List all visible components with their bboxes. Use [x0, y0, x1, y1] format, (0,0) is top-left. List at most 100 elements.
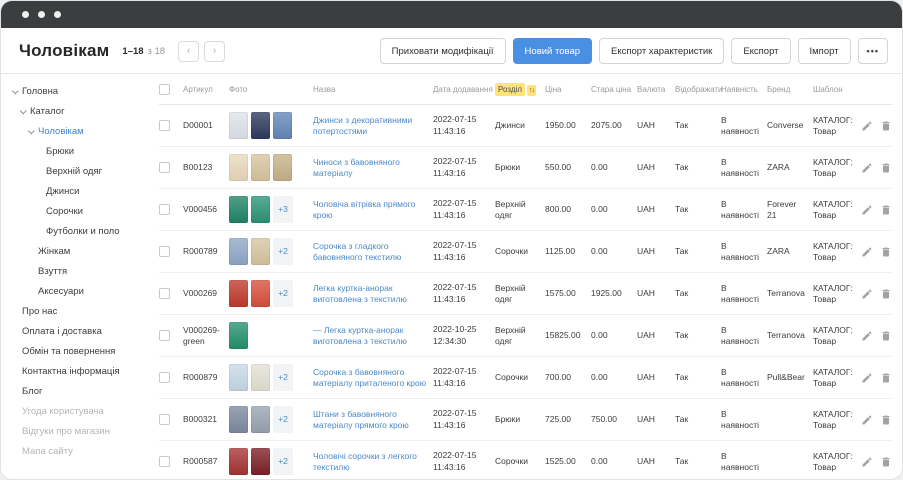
prev-page-button[interactable]: ‹	[178, 41, 199, 62]
sidebar-item[interactable]: Каталог	[1, 101, 151, 121]
delete-icon[interactable]	[880, 246, 892, 258]
next-page-button[interactable]: ›	[204, 41, 225, 62]
sidebar-item[interactable]: Брюки	[1, 141, 151, 161]
col-brand[interactable]: Бренд	[767, 85, 813, 94]
sidebar-item[interactable]: Аксесуари	[1, 281, 151, 301]
delete-icon[interactable]	[880, 414, 892, 426]
product-name-link[interactable]: Штани з бавовняного матеріалу прямого кр…	[313, 409, 433, 430]
row-checkbox[interactable]	[159, 120, 170, 131]
delete-icon[interactable]	[880, 162, 892, 174]
sidebar-item[interactable]: Оплата і доставка	[1, 321, 151, 341]
sidebar-item[interactable]: Взуття	[1, 261, 151, 281]
brand-cell: ZARA	[767, 246, 813, 257]
col-price[interactable]: Ціна	[545, 85, 591, 94]
row-checkbox[interactable]	[159, 204, 170, 215]
more-actions-button[interactable]: •••	[858, 38, 888, 64]
col-article[interactable]: Артикул	[183, 85, 229, 94]
edit-icon[interactable]	[861, 414, 873, 426]
sidebar-item[interactable]: Джинси	[1, 181, 151, 201]
export-button[interactable]: Експорт	[731, 38, 790, 64]
delete-icon[interactable]	[880, 330, 892, 342]
product-name-link[interactable]: Джинси з декоративними потертостями	[313, 115, 433, 136]
sidebar-item[interactable]: Жінкам	[1, 241, 151, 261]
window-control-dot[interactable]	[22, 11, 29, 18]
export-characteristics-button[interactable]: Експорт характеристик	[599, 38, 724, 64]
sidebar-item[interactable]: Відгуки про магазин	[1, 421, 151, 441]
product-name-link[interactable]: Сорочка з гладкого бавовняного текстилю	[313, 241, 433, 262]
row-checkbox[interactable]	[159, 330, 170, 341]
product-name-link[interactable]: Чиноси з бавовняного матеріалу	[313, 157, 433, 178]
product-photo	[229, 196, 248, 223]
sidebar-item-label: Аксесуари	[38, 286, 84, 297]
sidebar-item-label: Взуття	[38, 266, 67, 277]
sidebar-item[interactable]: Сорочки	[1, 201, 151, 221]
sidebar-item-label: Обмін та повернення	[22, 346, 115, 357]
product-name-link[interactable]: Сорочка з бавовняного матеріалу притален…	[313, 367, 433, 388]
col-section-label[interactable]: Розділ	[495, 83, 525, 96]
product-name-link[interactable]: Легка куртка-анорак виготовлена з тексти…	[313, 283, 433, 304]
col-name[interactable]: Назва	[313, 85, 433, 94]
brand-cell: Converse	[767, 120, 813, 131]
edit-icon[interactable]	[861, 120, 873, 132]
col-display[interactable]: Відображати	[675, 85, 721, 94]
edit-icon[interactable]	[861, 288, 873, 300]
product-name-link[interactable]: Чоловічі сорочки з легкого текстилю	[313, 451, 433, 472]
select-all-checkbox[interactable]	[159, 84, 170, 95]
delete-icon[interactable]	[880, 372, 892, 384]
delete-icon[interactable]	[880, 456, 892, 468]
product-name-link[interactable]: Чоловіча вітрівка прямого крою	[313, 199, 433, 220]
row-checkbox[interactable]	[159, 414, 170, 425]
photo-cell: +2	[229, 406, 313, 433]
edit-icon[interactable]	[861, 246, 873, 258]
row-checkbox[interactable]	[159, 246, 170, 257]
availability-cell: В наявності	[721, 241, 767, 262]
product-name-link[interactable]: — Легка куртка-анорак виготовлена з текс…	[313, 325, 433, 346]
sidebar-item[interactable]: Мапа сайту	[1, 441, 151, 461]
col-section[interactable]: Розділ↑↓	[495, 83, 545, 96]
product-photo	[251, 406, 270, 433]
edit-icon[interactable]	[861, 456, 873, 468]
article-cell: V000269	[183, 288, 229, 299]
date-added-cell: 2022-07-1511:43:16	[433, 366, 495, 389]
availability-cell: В наявності	[721, 283, 767, 304]
row-actions	[861, 246, 894, 258]
col-currency[interactable]: Валюта	[637, 85, 675, 94]
pagination-range: 1–18	[122, 46, 143, 57]
sidebar-item[interactable]: Угода користувача	[1, 401, 151, 421]
sidebar-item[interactable]: Головна	[1, 81, 151, 101]
table-row: R000587+2Чоловічі сорочки з легкого текс…	[159, 441, 892, 479]
hide-modifications-button[interactable]: Приховати модифікації	[380, 38, 506, 64]
sort-icon[interactable]: ↑↓	[527, 85, 536, 96]
display-cell: Так	[675, 288, 721, 299]
delete-icon[interactable]	[880, 120, 892, 132]
sidebar-item[interactable]: Чоловікам	[1, 121, 151, 141]
edit-icon[interactable]	[861, 204, 873, 216]
edit-icon[interactable]	[861, 372, 873, 384]
row-actions	[861, 204, 894, 216]
row-checkbox[interactable]	[159, 372, 170, 383]
table-row: R000789+2Сорочка з гладкого бавовняного …	[159, 231, 892, 273]
delete-icon[interactable]	[880, 204, 892, 216]
delete-icon[interactable]	[880, 288, 892, 300]
sidebar-item[interactable]: Верхній одяг	[1, 161, 151, 181]
row-checkbox[interactable]	[159, 288, 170, 299]
sidebar-item[interactable]: Контактна інформація	[1, 361, 151, 381]
window-control-dot[interactable]	[54, 11, 61, 18]
article-cell: V000456	[183, 204, 229, 215]
sidebar-item[interactable]: Футболки и поло	[1, 221, 151, 241]
edit-icon[interactable]	[861, 162, 873, 174]
col-date-added[interactable]: Дата додавання	[433, 85, 495, 94]
sidebar-item[interactable]: Про нас	[1, 301, 151, 321]
sidebar-item[interactable]: Обмін та повернення	[1, 341, 151, 361]
row-checkbox[interactable]	[159, 456, 170, 467]
window-control-dot[interactable]	[38, 11, 45, 18]
sidebar-item[interactable]: Блог	[1, 381, 151, 401]
col-old-price[interactable]: Стара ціна	[591, 85, 637, 94]
import-button[interactable]: Імпорт	[798, 38, 851, 64]
new-product-button[interactable]: Новий товар	[513, 38, 592, 64]
col-template[interactable]: Шаблон	[813, 85, 861, 94]
row-checkbox[interactable]	[159, 162, 170, 173]
col-availability[interactable]: Наявність	[721, 85, 767, 94]
edit-icon[interactable]	[861, 330, 873, 342]
photo-cell: +3	[229, 196, 313, 223]
